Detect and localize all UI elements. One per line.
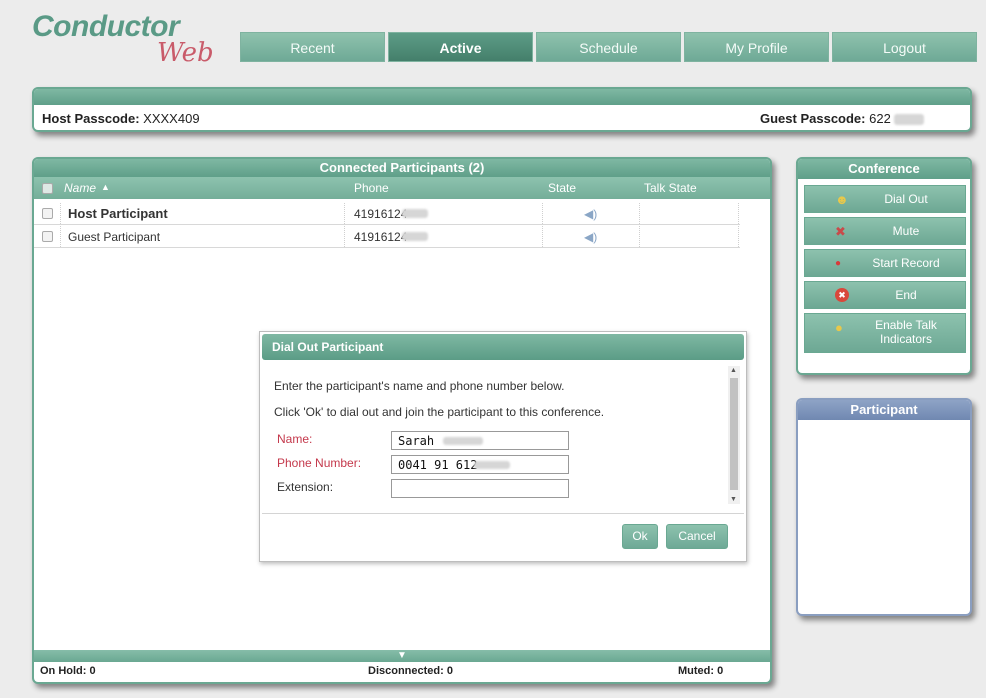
disconnected-count: Disconnected: 0 <box>368 665 453 677</box>
chevron-down-icon: ▼ <box>397 650 407 661</box>
cancel-button[interactable]: Cancel <box>666 524 728 549</box>
enable-talk-indicators-button[interactable]: ● Enable Talk Indicators <box>804 313 966 353</box>
redacted-mark <box>402 232 428 241</box>
host-passcode-label: Host Passcode: <box>42 111 140 126</box>
participants-title: Connected Participants (2) <box>34 159 770 177</box>
table-row[interactable]: Host Participant 41916124 ◀) <box>34 203 740 225</box>
redacted-mark <box>474 461 510 469</box>
speech-bubble-icon: ● <box>835 320 843 335</box>
participant-detail-title: Participant <box>798 400 970 420</box>
redacted-mark <box>443 437 483 445</box>
col-phone[interactable]: Phone <box>354 181 389 195</box>
sort-asc-icon: ▲ <box>101 182 110 192</box>
tab-my-profile[interactable]: My Profile <box>684 32 829 62</box>
conference-title: Conference <box>798 159 970 179</box>
muted-count: Muted: 0 <box>678 665 724 677</box>
col-state[interactable]: State <box>548 181 576 195</box>
end-icon: ✖ <box>835 288 849 302</box>
row-checkbox[interactable] <box>42 208 53 219</box>
scroll-up-icon[interactable]: ▲ <box>730 367 737 374</box>
tab-logout[interactable]: Logout <box>832 32 977 62</box>
dialog-instruction-2: Click 'Ok' to dial out and join the part… <box>274 405 605 419</box>
user-add-icon: ☻ <box>835 192 849 207</box>
tab-active[interactable]: Active <box>388 32 533 62</box>
scrollbar-thumb[interactable] <box>730 378 738 490</box>
participant-name: Guest Participant <box>68 230 161 244</box>
end-button[interactable]: ✖ End <box>804 281 966 309</box>
mute-button[interactable]: ✖ Mute <box>804 217 966 245</box>
participant-phone: 41916124 <box>354 207 408 221</box>
col-name[interactable]: Name <box>64 181 96 195</box>
col-talk-state[interactable]: Talk State <box>644 181 697 195</box>
extension-label: Extension: <box>277 480 334 494</box>
ok-button[interactable]: Ok <box>622 524 658 549</box>
app-logo-sub: Web <box>157 38 214 68</box>
select-all-checkbox[interactable] <box>42 183 53 194</box>
dial-out-button[interactable]: ☻ Dial Out <box>804 185 966 213</box>
guest-passcode-value: 622 <box>869 111 891 126</box>
phone-label: Phone Number: <box>277 456 362 470</box>
redacted-mark <box>402 209 428 218</box>
tab-schedule[interactable]: Schedule <box>536 32 681 62</box>
dialog-instruction-1: Enter the participant's name and phone n… <box>274 379 565 393</box>
participant-detail-panel: Participant <box>796 398 972 616</box>
dialog-scrollbar[interactable]: ▲ ▼ <box>728 366 740 504</box>
host-passcode-value: XXXX409 <box>143 111 200 126</box>
conference-panel: Conference ☻ Dial Out ✖ Mute ● Start Rec… <box>796 157 972 375</box>
tab-recent[interactable]: Recent <box>240 32 385 62</box>
redacted-mark <box>894 114 925 126</box>
guest-passcode: Guest Passcode: 622 <box>760 111 925 126</box>
host-passcode: Host Passcode: XXXX409 <box>42 111 200 126</box>
speaker-icon: ◀) <box>584 230 598 244</box>
expand-toggle[interactable]: ▼ <box>34 650 770 662</box>
participant-phone: 41916124 <box>354 230 408 244</box>
guest-passcode-label: Guest Passcode: <box>760 111 866 126</box>
passcode-panel-header <box>34 89 970 105</box>
main-nav: Recent Active Schedule My Profile Logout <box>240 32 977 62</box>
mute-icon: ✖ <box>835 224 846 239</box>
extension-field[interactable] <box>391 479 569 498</box>
on-hold-count: On Hold: 0 <box>40 665 96 677</box>
dial-out-dialog: Dial Out Participant Enter the participa… <box>259 331 747 562</box>
scroll-down-icon[interactable]: ▼ <box>730 496 737 503</box>
name-label: Name: <box>277 432 313 446</box>
participant-name: Host Participant <box>68 206 168 221</box>
row-checkbox[interactable] <box>42 231 53 242</box>
start-record-button[interactable]: ● Start Record <box>804 249 966 277</box>
status-footer: ▼ On Hold: 0 Disconnected: 0 Muted: 0 <box>34 650 770 682</box>
record-icon: ● <box>835 258 842 269</box>
passcode-panel: Host Passcode: XXXX409 Guest Passcode: 6… <box>32 87 972 132</box>
speaker-icon: ◀) <box>584 207 598 221</box>
participants-column-header: Name ▲ Phone State Talk State <box>34 177 770 199</box>
table-row[interactable]: Guest Participant 41916124 ◀) <box>34 226 740 248</box>
dialog-title: Dial Out Participant <box>262 334 744 360</box>
